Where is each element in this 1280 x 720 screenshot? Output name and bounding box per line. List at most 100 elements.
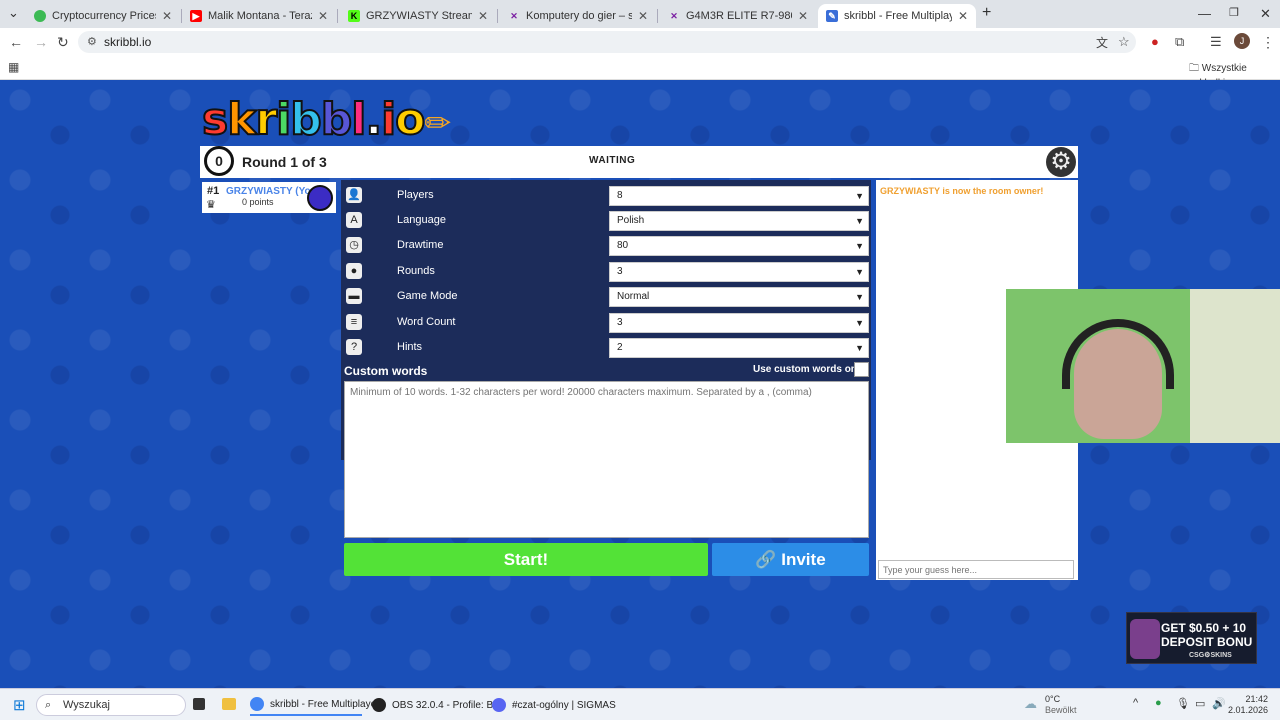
language-icon: A [346, 212, 362, 228]
new-tab-button[interactable]: + [982, 4, 991, 22]
kick-favicon-icon: K [348, 10, 360, 22]
minimize-icon[interactable]: — [1198, 6, 1211, 21]
taskbar-app-label: OBS 32.0.4 - Profile: Bez [392, 699, 504, 711]
weather-desc: Bewölkt [1045, 705, 1077, 715]
logo-letter: l [350, 93, 367, 146]
drawtime-select[interactable]: 80 ▼ [609, 236, 869, 256]
chat-system-message: GRZYWIASTY is now the room owner! [880, 186, 1044, 196]
profile-avatar[interactable]: J [1234, 33, 1250, 49]
tab-title: Malik Montana - Teraz i Tu feat [208, 10, 312, 22]
chrome-icon [250, 697, 264, 711]
link-icon: 🔗 [755, 550, 777, 569]
logo-letter: . [364, 93, 383, 146]
player-card[interactable]: #1 ♛ GRZYWIASTY (You) 0 points [202, 182, 336, 213]
tray-app-icon[interactable]: ● [1155, 697, 1162, 709]
player-name: GRZYWIASTY (You) [226, 186, 310, 197]
taskbar-app-obs[interactable]: OBS 32.0.4 - Profile: Bez [372, 694, 504, 716]
reload-icon[interactable]: ↻ [57, 34, 69, 51]
custom-words-only-checkbox[interactable] [854, 362, 869, 377]
tray-chevron-icon[interactable]: ^ [1133, 697, 1138, 709]
chevron-down-icon: ▼ [855, 343, 864, 353]
timer-clock: 0 [204, 146, 234, 176]
apps-grid-icon[interactable]: ▦ [8, 60, 19, 74]
extensions-icon[interactable]: ⧉ [1175, 34, 1184, 50]
clock-time[interactable]: 21:42 [1232, 694, 1268, 704]
windows-start-icon[interactable]: ⊞ [13, 696, 26, 714]
custom-words-textarea[interactable] [344, 381, 869, 538]
back-icon[interactable]: ← [9, 34, 23, 50]
menu-kebab-icon[interactable]: ⋮ [1261, 34, 1275, 51]
setting-label: Drawtime [397, 239, 444, 251]
close-tab-icon[interactable]: ✕ [638, 9, 648, 23]
ad-headline: GET $0.50 + 10 DEPOSIT BONU [1161, 621, 1252, 649]
tab-0[interactable]: Cryptocurrency Prices, Charts, a ✕ [26, 4, 180, 28]
weather-cloud-icon: ☁ [1024, 696, 1037, 711]
tab-3[interactable]: ✕ Komputery do gier – sprawdzo ✕ [500, 4, 656, 28]
language-select[interactable]: Polish ▼ [609, 211, 869, 231]
logo-letter: o [394, 93, 426, 146]
invite-label: Invite [781, 550, 826, 569]
hints-select[interactable]: 2 ▼ [609, 338, 869, 358]
ad-brand: CSG⚙SKINS [1189, 652, 1232, 659]
tab-5-active[interactable]: ✎ skribbl - Free Multiplayer Draw ✕ [818, 4, 976, 28]
restore-icon[interactable]: ❐ [1229, 6, 1239, 19]
start-button[interactable]: Start! [344, 543, 708, 576]
taskbar-app-discord[interactable]: #czat-ogólny | SIGMAS [492, 694, 616, 716]
game-mode-icon: ▬ [346, 288, 362, 304]
tab-2[interactable]: K GRZYWIASTY Stream - Watch L ✕ [340, 4, 496, 28]
csgoskins-ad-banner[interactable]: GET $0.50 + 10 DEPOSIT BONU CSG⚙SKINS [1126, 612, 1257, 664]
word-count-select[interactable]: 3 ▼ [609, 313, 869, 333]
guess-input[interactable] [878, 560, 1074, 579]
taskbar-app-chrome[interactable]: skribbl - Free Multiplaye [250, 694, 376, 716]
rounds-select[interactable]: 3 ▼ [609, 262, 869, 282]
forward-icon[interactable]: → [34, 34, 48, 50]
close-tab-icon[interactable]: ✕ [478, 9, 488, 23]
skribbl-favicon-icon: ✎ [826, 10, 838, 22]
coin-favicon-icon [34, 10, 46, 22]
tab-1[interactable]: ▶ Malik Montana - Teraz i Tu feat ✕ [182, 4, 336, 28]
reading-list-icon[interactable]: ☰ [1210, 34, 1222, 50]
site-info-icon[interactable]: ⚙ [87, 31, 97, 53]
setting-drawtime: ◷ Drawtime 80 ▼ [341, 233, 871, 258]
game-mode-select[interactable]: Normal ▼ [609, 287, 869, 307]
taskbar-app-label: skribbl - Free Multiplaye [270, 698, 377, 710]
close-tab-icon[interactable]: ✕ [318, 9, 328, 23]
microphone-icon[interactable]: 🎙 [1176, 697, 1190, 710]
pencil-icon: ✏ [424, 104, 451, 142]
settings-gear-icon[interactable]: ⚙ [1046, 147, 1076, 177]
chevron-down-icon: ▼ [855, 292, 864, 302]
clock-date[interactable]: 2.01.2026 [1222, 705, 1268, 715]
close-tab-icon[interactable]: ✕ [162, 9, 172, 23]
tab-4[interactable]: ✕ G4M3R ELITE R7-9800X3D/128 ✕ [660, 4, 816, 28]
file-explorer-icon[interactable] [222, 698, 236, 710]
address-bar[interactable]: ⚙ skribbl.io [78, 31, 1136, 53]
select-value: 80 [617, 240, 629, 251]
players-select[interactable]: 8 ▼ [609, 186, 869, 206]
chevron-down-icon: ▼ [855, 318, 864, 328]
search-label: Wyszukaj [63, 699, 110, 711]
setting-label: Word Count [397, 316, 456, 328]
skribbl-logo: skribbl.io✏ [201, 93, 451, 146]
taskbar-app-label: #czat-ogólny | SIGMAS [512, 699, 616, 711]
player-avatar [307, 185, 333, 211]
close-tab-icon[interactable]: ✕ [798, 9, 808, 23]
extension-badge-icon[interactable]: ● [1151, 34, 1159, 49]
task-view-icon[interactable] [193, 698, 205, 710]
translate-icon[interactable]: 文 [1096, 34, 1108, 51]
close-window-icon[interactable]: ✕ [1260, 6, 1271, 22]
logo-letter: b [289, 93, 322, 146]
skribbl-page: skribbl.io✏ 0 Round 1 of 3 WAITING ⚙ #1 … [0, 80, 1280, 688]
windows-taskbar: ⊞ ⌕ Wyszukaj skribbl - Free Multiplaye O… [0, 688, 1280, 720]
discord-icon [492, 698, 506, 712]
network-icon[interactable]: ▭ [1195, 697, 1205, 710]
player-rank: #1 [207, 185, 220, 197]
bookmark-star-icon[interactable]: ☆ [1118, 34, 1130, 50]
url-text: skribbl.io [104, 35, 152, 49]
close-tab-icon[interactable]: ✕ [958, 9, 968, 23]
weather-temp: 0°C [1045, 694, 1061, 704]
taskbar-search[interactable]: ⌕ Wyszukaj [36, 694, 186, 716]
logo-letter: r [254, 93, 278, 146]
tab-search-chevron-icon[interactable]: ⌄ [8, 5, 19, 21]
invite-button[interactable]: 🔗 Invite [712, 543, 869, 576]
setting-label: Players [397, 189, 434, 201]
